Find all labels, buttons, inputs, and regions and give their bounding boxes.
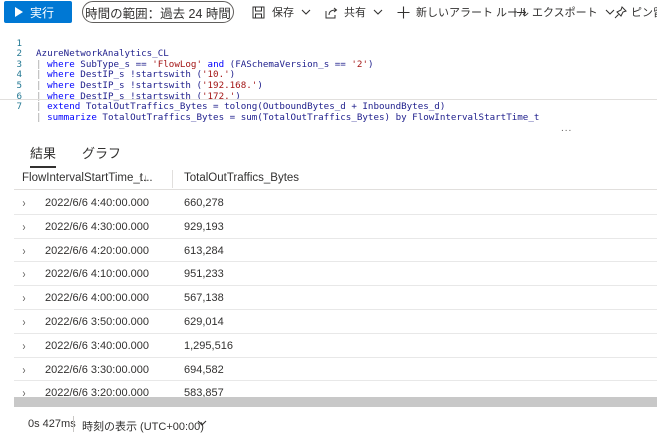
cell-total-bytes: 694,582 [184, 363, 224, 376]
code-keyword: where [47, 69, 75, 81]
code-line: 3 | where DestIP_s !startswith ('10.') [0, 49, 235, 80]
column-header-total-bytes[interactable]: TotalOutTraffics_Bytes [184, 172, 299, 184]
table-row[interactable]: › 2022/6/6 3:30:00.000 694,582 [14, 358, 657, 382]
run-button[interactable]: 実行 [4, 1, 72, 23]
chevron-down-icon [301, 9, 311, 15]
new-alert-rule-button[interactable]: 新しいアラート ルール [397, 2, 529, 22]
code-keyword: summarize [47, 111, 97, 123]
table-row[interactable]: › 2022/6/6 4:20:00.000 613,284 [14, 239, 657, 263]
code-table: AzureNetworkAnalytics_CL [36, 48, 169, 60]
table-row[interactable]: › 2022/6/6 3:40:00.000 1,295,516 [14, 334, 657, 358]
code-keyword: extend [47, 101, 81, 113]
code-text: SubType_s == [74, 58, 153, 70]
expand-row-icon[interactable]: › [22, 339, 25, 353]
code-line: 2 | where SubType_s == 'FlowLog' and (FA… [0, 39, 373, 70]
column-header-flow-interval[interactable]: FlowIntervalStartTime_t... [22, 172, 172, 184]
query-duration: 0s 427ms [28, 418, 76, 430]
code-string: '10.' [201, 69, 230, 81]
pin-label: ピン留 [631, 7, 657, 19]
cell-flow-interval: 2022/6/6 4:30:00.000 [45, 220, 149, 233]
cell-flow-interval: 2022/6/6 4:40:00.000 [45, 197, 149, 209]
save-label: 保存 [272, 7, 294, 19]
table-row[interactable]: › 2022/6/6 3:50:00.000 629,014 [14, 310, 657, 334]
expand-row-icon[interactable]: › [22, 220, 25, 234]
status-bar: 0s 427ms 時刻の表示 (UTC+00:00) [0, 414, 657, 434]
code-text: TotalOutTraffics_Bytes = tolong(Outbound… [80, 101, 446, 113]
code-keyword: where [47, 79, 75, 91]
save-button[interactable]: 保存 [252, 2, 311, 22]
new-alert-label: 新しいアラート ルール [416, 7, 530, 19]
code-string: '2' [351, 58, 368, 70]
line-number: 7 [16, 101, 22, 113]
export-label: エクスポート [532, 7, 598, 19]
share-label: 共有 [344, 7, 366, 19]
code-text: DestIP_s !startswith ( [74, 69, 202, 81]
expand-row-icon[interactable]: › [22, 267, 25, 281]
chevron-down-icon[interactable] [197, 418, 207, 428]
pin-button[interactable]: ピン留 [614, 2, 657, 22]
code-text: DestIP_s !startswith ( [74, 79, 202, 91]
expand-row-icon[interactable]: › [22, 291, 25, 305]
cell-total-bytes: 1,295,516 [184, 339, 233, 352]
cell-total-bytes: 629,014 [184, 316, 224, 328]
chevron-down-icon [373, 9, 383, 15]
cell-flow-interval: 2022/6/6 3:40:00.000 [45, 339, 149, 352]
plus-icon [397, 6, 410, 18]
code-keyword: and [202, 58, 230, 70]
timezone-selector[interactable]: 時刻の表示 (UTC+00:00) [82, 418, 204, 434]
cell-total-bytes: 613,284 [184, 244, 224, 257]
code-keyword: where [47, 58, 75, 70]
share-button[interactable]: 共有 [325, 2, 383, 22]
expand-row-icon[interactable]: › [22, 363, 25, 377]
results-grid-header: FlowIntervalStartTime_t... ↑↓ TotalOutTr… [14, 168, 657, 190]
query-toolbar: 実行 時間の範囲：過去 24 時間 保存 共有 新しいアラート ルール エクスポ… [0, 0, 657, 24]
cell-total-bytes: 567,138 [184, 292, 224, 305]
code-text: ) [229, 69, 236, 81]
table-row[interactable]: › 2022/6/6 4:30:00.000 929,193 [14, 215, 657, 239]
code-line: 4 | where DestIP_s !startswith ('192.168… [0, 60, 262, 91]
code-line: 1 AzureNetworkAnalytics_CL [0, 28, 168, 59]
sort-icon[interactable]: ↑↓ [138, 173, 148, 184]
horizontal-scrollbar[interactable] [14, 397, 657, 407]
cell-flow-interval: 2022/6/6 3:30:00.000 [45, 363, 149, 376]
editor-divider [0, 99, 657, 100]
code-text: (FASchemaVersion_s == [229, 58, 352, 70]
play-icon [15, 7, 23, 17]
column-header-label: FlowIntervalStartTime_t... [22, 172, 153, 184]
save-icon [252, 6, 265, 18]
expand-row-icon[interactable]: › [22, 196, 25, 210]
table-row[interactable]: › 2022/6/6 4:10:00.000 951,233 [14, 262, 657, 287]
code-text: ) [367, 58, 374, 70]
code-line: 7 | summarize TotalOutTraffics_Bytes = s… [0, 92, 539, 123]
cell-total-bytes: 951,233 [184, 268, 224, 281]
tab-results[interactable]: 結果 [30, 143, 57, 168]
code-string: '192.168.' [201, 79, 258, 91]
expand-row-icon[interactable]: › [22, 244, 25, 258]
code-line: 5 | where DestIP_s !startswith ('172.') [0, 70, 240, 101]
code-text: ) [257, 79, 263, 91]
run-label: 実行 [30, 5, 55, 20]
tab-chart[interactable]: グラフ [82, 143, 121, 162]
code-string: 'FlowLog' [152, 58, 202, 70]
time-range-button[interactable]: 時間の範囲：過去 24 時間 [82, 1, 234, 23]
share-icon [325, 7, 338, 18]
export-icon [514, 7, 527, 17]
cell-total-bytes: 929,193 [184, 220, 224, 233]
cell-flow-interval: 2022/6/6 4:20:00.000 [45, 244, 149, 257]
cell-flow-interval: 2022/6/6 4:10:00.000 [45, 268, 149, 281]
query-editor[interactable]: 1 AzureNetworkAnalytics_CL 2 | where Sub… [0, 26, 657, 123]
export-button[interactable]: エクスポート [514, 2, 615, 22]
code-text: TotalOutTraffics_Bytes = sum(TotalOutTra… [96, 111, 540, 123]
pin-icon [614, 5, 627, 18]
table-row[interactable]: › 2022/6/6 4:00:00.000 567,138 [14, 286, 657, 310]
pane-resize-handle[interactable]: ... [561, 123, 572, 134]
cell-total-bytes: 660,278 [184, 197, 224, 209]
column-divider[interactable] [172, 170, 173, 188]
expand-row-icon[interactable]: › [22, 315, 25, 329]
cell-flow-interval: 2022/6/6 3:50:00.000 [45, 316, 149, 328]
status-divider [73, 416, 74, 432]
code-line: 6 | extend TotalOutTraffics_Bytes = tolo… [0, 81, 445, 112]
table-row[interactable]: › 2022/6/6 4:40:00.000 660,278 [14, 191, 657, 215]
cell-flow-interval: 2022/6/6 4:00:00.000 [45, 292, 149, 305]
